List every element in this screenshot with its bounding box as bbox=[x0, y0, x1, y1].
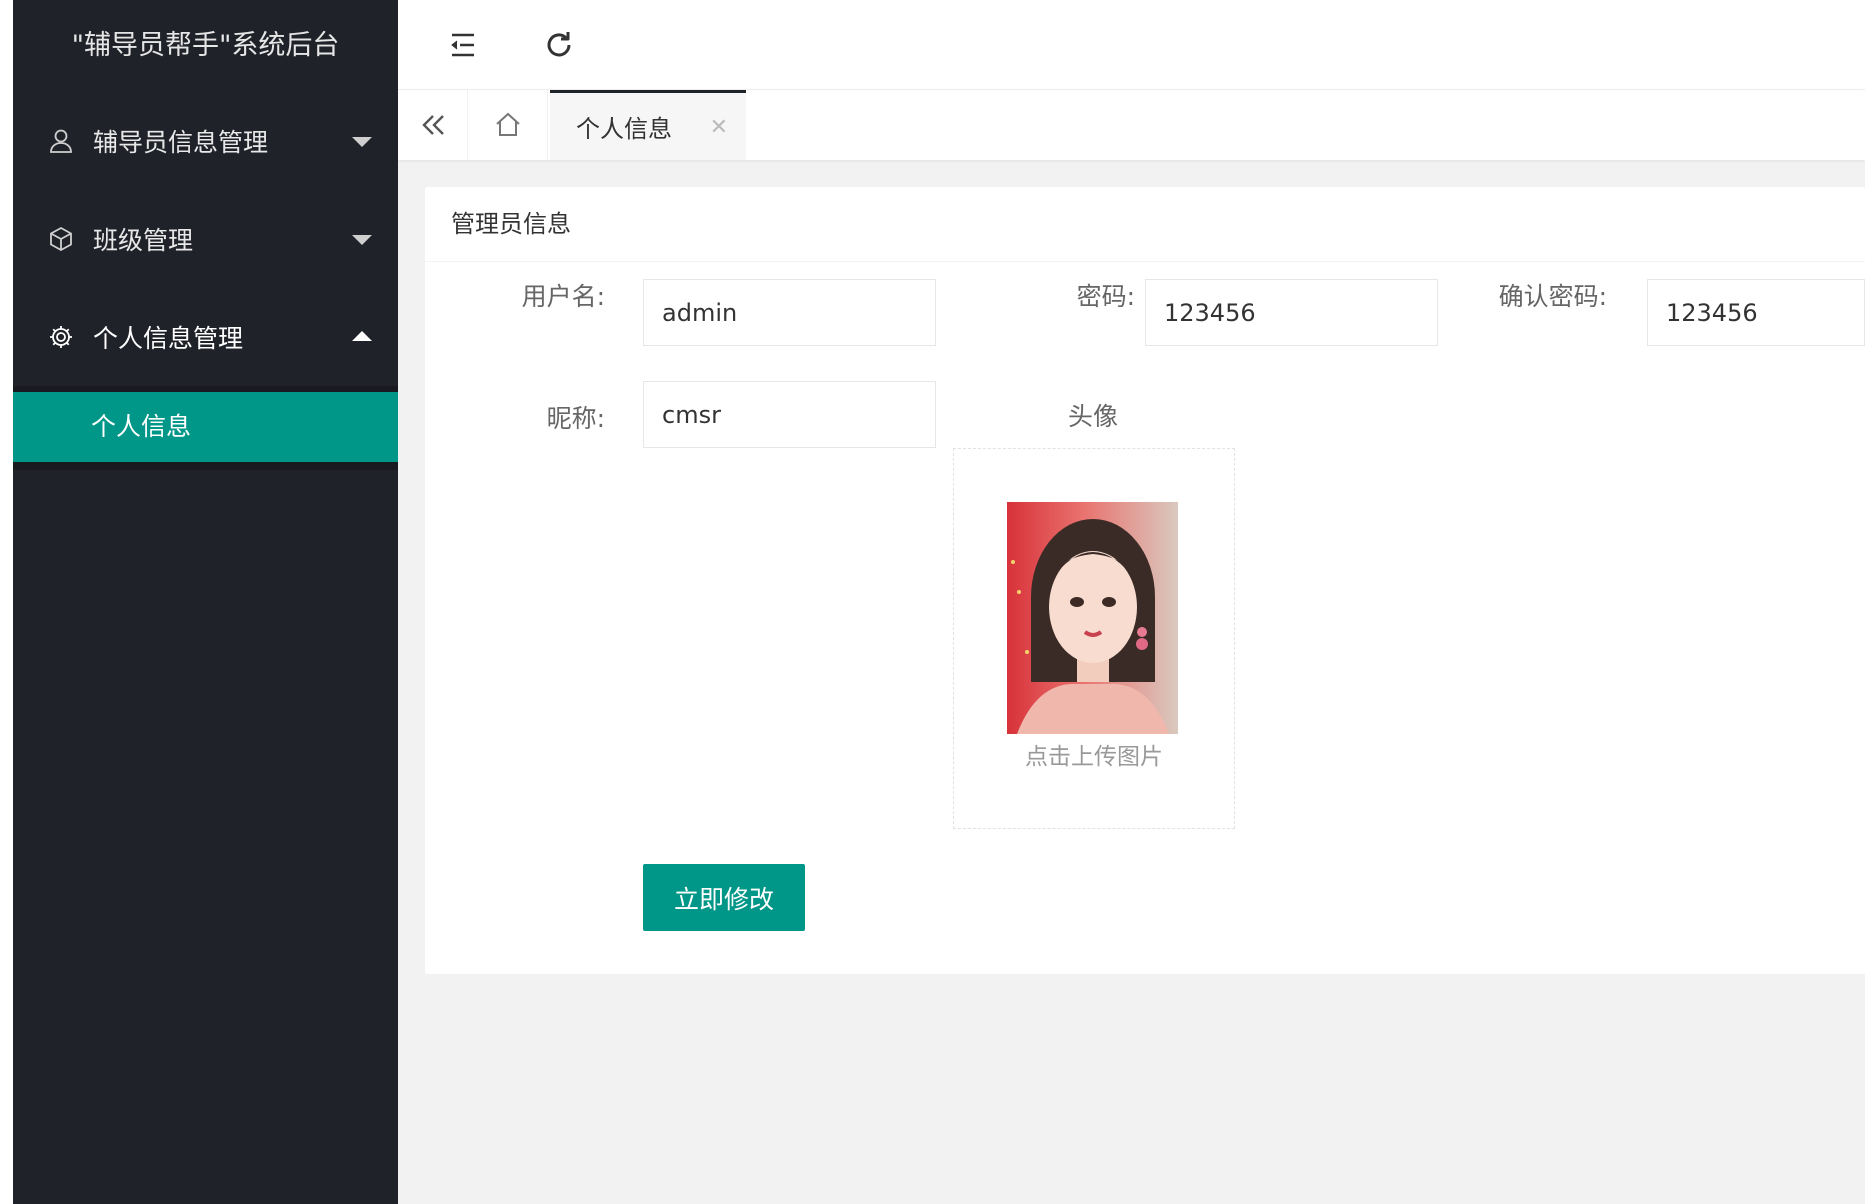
close-icon[interactable]: ✕ bbox=[710, 115, 728, 140]
caret-up-icon bbox=[352, 331, 372, 341]
user-icon bbox=[47, 127, 75, 155]
menu-fold-icon[interactable] bbox=[442, 24, 484, 66]
refresh-icon[interactable] bbox=[538, 24, 580, 66]
sidebar-item-label: 个人信息管理 bbox=[93, 324, 244, 353]
nickname-label: 昵称: bbox=[546, 404, 605, 433]
left-edge-strip bbox=[0, 0, 13, 1204]
top-header bbox=[398, 0, 1865, 90]
avatar[interactable] bbox=[1007, 502, 1178, 734]
home-icon[interactable] bbox=[468, 90, 548, 160]
sidebar-item-profile-management[interactable]: 个人信息管理 bbox=[13, 288, 398, 386]
cube-icon bbox=[47, 225, 75, 253]
sidebar-item-label: 班级管理 bbox=[93, 226, 194, 255]
password-input[interactable] bbox=[1145, 279, 1438, 346]
username-input[interactable] bbox=[643, 279, 936, 346]
card-title: 管理员信息 bbox=[425, 187, 1865, 262]
profile-submenu: 个人信息 bbox=[13, 386, 398, 470]
admin-info-card: 管理员信息 用户名: 密码: 确认密码: 昵称: 头像 bbox=[425, 187, 1865, 974]
caret-down-icon bbox=[352, 235, 372, 245]
submit-button[interactable]: 立即修改 bbox=[643, 864, 805, 931]
avatar-label: 头像 bbox=[1068, 402, 1119, 431]
gear-icon bbox=[47, 323, 75, 351]
double-chevron-left-icon[interactable] bbox=[398, 90, 468, 160]
sidebar-item-counselor-management[interactable]: 辅导员信息管理 bbox=[13, 92, 398, 190]
app-title: "辅导员帮手"系统后台 bbox=[13, 0, 398, 92]
app-root: "辅导员帮手"系统后台 辅导员信息管理 班级管理 个人信息管理 个人信息 个人信… bbox=[0, 0, 1865, 1204]
nickname-input[interactable] bbox=[643, 381, 936, 448]
caret-down-icon bbox=[352, 137, 372, 147]
sidebar-item-label: 辅导员信息管理 bbox=[93, 128, 269, 157]
sidebar: "辅导员帮手"系统后台 辅导员信息管理 班级管理 个人信息管理 个人信息 bbox=[13, 0, 398, 1204]
username-label: 用户名: bbox=[521, 282, 605, 311]
confirm-password-input[interactable] bbox=[1647, 279, 1865, 346]
confirm-password-label: 确认密码: bbox=[1498, 282, 1607, 311]
tab-bar: 个人信息 ✕ bbox=[398, 90, 1865, 160]
avatar-upload-area[interactable]: 点击上传图片 bbox=[953, 448, 1235, 829]
password-label: 密码: bbox=[1076, 282, 1135, 311]
tab-personal-info[interactable]: 个人信息 ✕ bbox=[550, 90, 746, 160]
upload-hint: 点击上传图片 bbox=[1025, 744, 1163, 770]
sidebar-item-personal-info[interactable]: 个人信息 bbox=[13, 392, 398, 462]
tab-label: 个人信息 bbox=[576, 115, 672, 143]
sidebar-item-class-management[interactable]: 班级管理 bbox=[13, 190, 398, 288]
